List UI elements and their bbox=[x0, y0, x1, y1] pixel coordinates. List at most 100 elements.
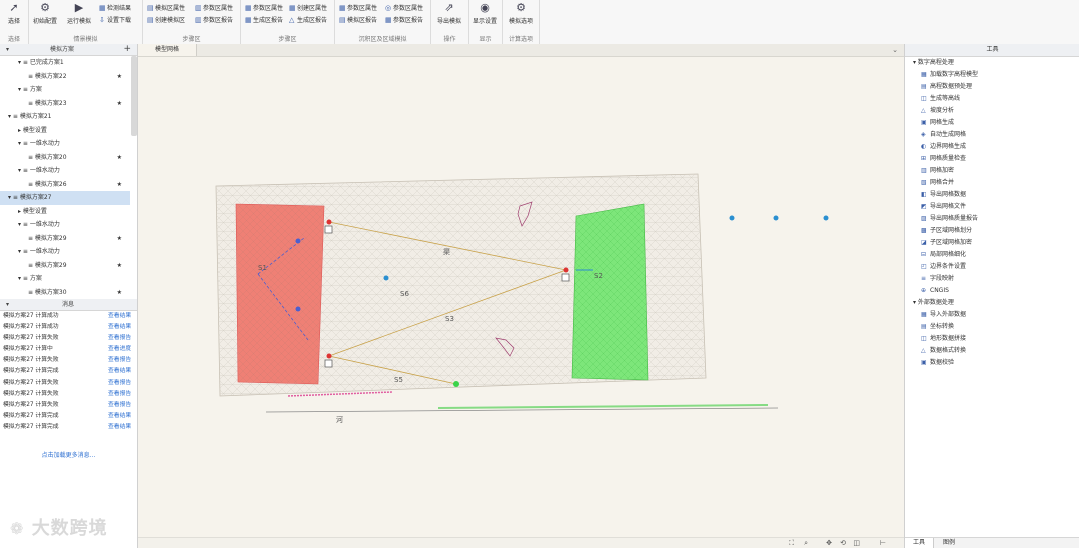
tree-item[interactable]: ▾ ≡ 已完成方案1 bbox=[0, 56, 130, 70]
star-icon[interactable]: ★ bbox=[117, 259, 122, 273]
tool-item[interactable]: ▩ 子区域网格划分 bbox=[905, 225, 1079, 237]
star-icon[interactable]: ★ bbox=[117, 232, 122, 246]
message-action-link[interactable]: 查看结果 bbox=[108, 366, 131, 377]
tree-item[interactable]: ▾ ≡ 模拟方案21 bbox=[0, 110, 130, 124]
create-area-props-button[interactable]: ▦创建区属性 bbox=[289, 3, 327, 13]
message-action-link[interactable]: 查看结果 bbox=[108, 411, 131, 422]
tree-item[interactable]: ▾ ≡ 一维水动力 bbox=[0, 164, 130, 178]
tree-scrollbar[interactable] bbox=[131, 56, 137, 136]
message-action-link[interactable]: 查看报告 bbox=[108, 355, 131, 366]
tool-item[interactable]: ≡ 字段映射 bbox=[905, 273, 1079, 285]
tool-item[interactable]: ▤ 高程数据预处理 bbox=[905, 81, 1079, 93]
tree-item[interactable]: ▾ ≡ 一维水动力 bbox=[0, 245, 130, 259]
tool-item[interactable]: △ 数据格式转换 bbox=[905, 345, 1079, 357]
rotate-icon[interactable]: ⟲ bbox=[840, 538, 846, 548]
download-settings-button[interactable]: ⇩ 设置下载 bbox=[99, 15, 131, 25]
sim-area-props-button[interactable]: ▤模拟区属性 bbox=[147, 3, 185, 13]
tool-item[interactable]: ◫ 地形数据拼接 bbox=[905, 333, 1079, 345]
gen-area-report-button-2[interactable]: △ 生成区报告 bbox=[289, 15, 327, 25]
message-action-link[interactable]: 查看进度 bbox=[108, 344, 131, 355]
tree-item[interactable]: ≡ 模拟方案29 ★ bbox=[0, 259, 130, 273]
tree-item[interactable]: ▸ 模型设置 bbox=[0, 205, 130, 219]
tree-item[interactable]: ≡ 模拟方案23 ★ bbox=[0, 97, 130, 111]
message-action-link[interactable]: 查看结果 bbox=[108, 311, 131, 322]
tool-item[interactable]: ⊟ 局部网格细化 bbox=[905, 249, 1079, 261]
tab-model-mesh[interactable]: 模型网格 bbox=[138, 44, 197, 56]
measure-icon[interactable]: ⊢ bbox=[880, 538, 886, 548]
tree-item[interactable]: ≡ 模拟方案20 ★ bbox=[0, 151, 130, 165]
star-icon[interactable]: ★ bbox=[117, 97, 122, 111]
star-icon[interactable]: ★ bbox=[117, 151, 122, 165]
star-icon[interactable]: ★ bbox=[117, 178, 122, 192]
tool-item[interactable]: ▨ 导出网格质量报告 bbox=[905, 213, 1079, 225]
sediment-props-button-2[interactable]: ◎ 参数区属性 bbox=[385, 3, 423, 13]
tool-item[interactable]: ⊕ CNGIS bbox=[905, 285, 1079, 297]
param-area-report-button[interactable]: ▥参数区报告 bbox=[195, 15, 233, 25]
layers-icon[interactable]: ◫ bbox=[853, 538, 860, 548]
display-settings-button[interactable]: ◉ 显示设置 bbox=[471, 2, 499, 26]
tree-item[interactable]: ▸ 模型设置 bbox=[0, 124, 130, 138]
tree-item[interactable]: ▾ ≡ 一维水动力 bbox=[0, 137, 130, 151]
message-action-link[interactable]: 查看报告 bbox=[108, 389, 131, 400]
tool-item[interactable]: △ 坡度分析 bbox=[905, 105, 1079, 117]
tool-item[interactable]: ▣ 数据校验 bbox=[905, 357, 1079, 369]
tree-item[interactable]: ▾ ≡ 方案 bbox=[0, 272, 130, 286]
zoom-icon[interactable]: ⌕ bbox=[804, 538, 808, 548]
message-action-link[interactable]: 查看结果 bbox=[108, 422, 131, 433]
star-icon[interactable]: ★ bbox=[117, 70, 122, 84]
load-more-link[interactable]: 点击加载更多消息... bbox=[0, 450, 137, 459]
tree-item[interactable]: ≡ 模拟方案29 ★ bbox=[0, 232, 130, 246]
tool-item[interactable]: ▥ 网格加密 bbox=[905, 165, 1079, 177]
sim-options-button[interactable]: ⚙ 模拟选项 bbox=[507, 2, 535, 26]
tool-item[interactable]: ◩ 导出网格文件 bbox=[905, 201, 1079, 213]
tree-item[interactable]: ▾ ≡ 一维水动力 bbox=[0, 218, 130, 232]
message-action-link[interactable]: 查看报告 bbox=[108, 400, 131, 411]
run-simulation-button[interactable]: ▶ 运行模拟 bbox=[65, 2, 93, 26]
tool-item[interactable]: ▦ 导入外部数据 bbox=[905, 309, 1079, 321]
tab-tools[interactable]: 工具 bbox=[905, 538, 934, 548]
tree-item[interactable]: ▾ ≡ 模拟方案27 bbox=[0, 191, 130, 205]
tool-item[interactable]: ◐ 边界网格生成 bbox=[905, 141, 1079, 153]
tree-item[interactable]: ▾ ≡ 方案 bbox=[0, 83, 130, 97]
tool-item[interactable]: ▤ 坐标转换 bbox=[905, 321, 1079, 333]
tool-item[interactable]: ◪ 子区域网格加密 bbox=[905, 237, 1079, 249]
map-canvas[interactable]: S1 渠 S2 S3 S5 S6 河 bbox=[138, 56, 904, 538]
init-config-button[interactable]: ⚙ 初始配置 bbox=[31, 2, 59, 26]
pan-icon[interactable]: ✥ bbox=[826, 538, 832, 548]
tool-item[interactable]: ▦ 加载数字高程模型 bbox=[905, 69, 1079, 81]
tool-section-header[interactable]: ▾ 数字高程处理 bbox=[905, 57, 1079, 69]
tool-item[interactable]: ▧ 网格合并 bbox=[905, 177, 1079, 189]
add-icon[interactable]: + bbox=[123, 44, 131, 55]
create-sim-area-button[interactable]: ▤创建模拟区 bbox=[147, 15, 185, 25]
chat-bubble-icon: ❁ bbox=[10, 519, 25, 538]
collapse-icon[interactable]: ▾ bbox=[6, 299, 9, 310]
tree-item[interactable]: ≡ 模拟方案26 ★ bbox=[0, 178, 130, 192]
sediment-report-button[interactable]: ▤模拟区报告 bbox=[339, 15, 377, 25]
param-props-button-2[interactable]: ▦参数区属性 bbox=[245, 3, 283, 13]
tab-legend[interactable]: 图例 bbox=[935, 538, 963, 548]
export-simulation-button[interactable]: ⇗ 导出模拟 bbox=[435, 2, 463, 26]
tool-item[interactable]: ◧ 导出网格数据 bbox=[905, 189, 1079, 201]
message-action-link[interactable]: 查看报告 bbox=[108, 378, 131, 389]
star-icon[interactable]: ★ bbox=[117, 286, 122, 300]
chevron-down-icon[interactable]: ⌄ bbox=[892, 44, 898, 56]
collapse-icon[interactable]: ▾ bbox=[6, 44, 9, 55]
green-segment bbox=[437, 404, 769, 409]
tool-item[interactable]: ◰ 边界条件设置 bbox=[905, 261, 1079, 273]
tool-item[interactable]: ◈ 自动生成网格 bbox=[905, 129, 1079, 141]
gen-area-report-button[interactable]: ▦生成区报告 bbox=[245, 15, 283, 25]
check-results-button[interactable]: ▦检测结果 bbox=[99, 3, 131, 13]
tool-item[interactable]: ⊞ 网格质量检查 bbox=[905, 153, 1079, 165]
message-action-link[interactable]: 查看结果 bbox=[108, 322, 131, 333]
message-action-link[interactable]: 查看报告 bbox=[108, 333, 131, 344]
tree-item[interactable]: ≡ 模拟方案22 ★ bbox=[0, 70, 130, 84]
sediment-props-button[interactable]: ▦参数区属性 bbox=[339, 3, 377, 13]
sediment-report-button-2[interactable]: ▦参数区报告 bbox=[385, 15, 423, 25]
tool-section-header[interactable]: ▾ 外部数据处理 bbox=[905, 297, 1079, 309]
tree-item[interactable]: ≡ 模拟方案30 ★ bbox=[0, 286, 130, 300]
param-area-props-button[interactable]: ▥参数区属性 bbox=[195, 3, 233, 13]
fit-icon[interactable]: ⛶ bbox=[789, 538, 794, 548]
tool-item[interactable]: ◫ 生成等高线 bbox=[905, 93, 1079, 105]
select-button[interactable]: ➚ 选择 bbox=[0, 2, 28, 26]
tool-item[interactable]: ▣ 网格生成 bbox=[905, 117, 1079, 129]
